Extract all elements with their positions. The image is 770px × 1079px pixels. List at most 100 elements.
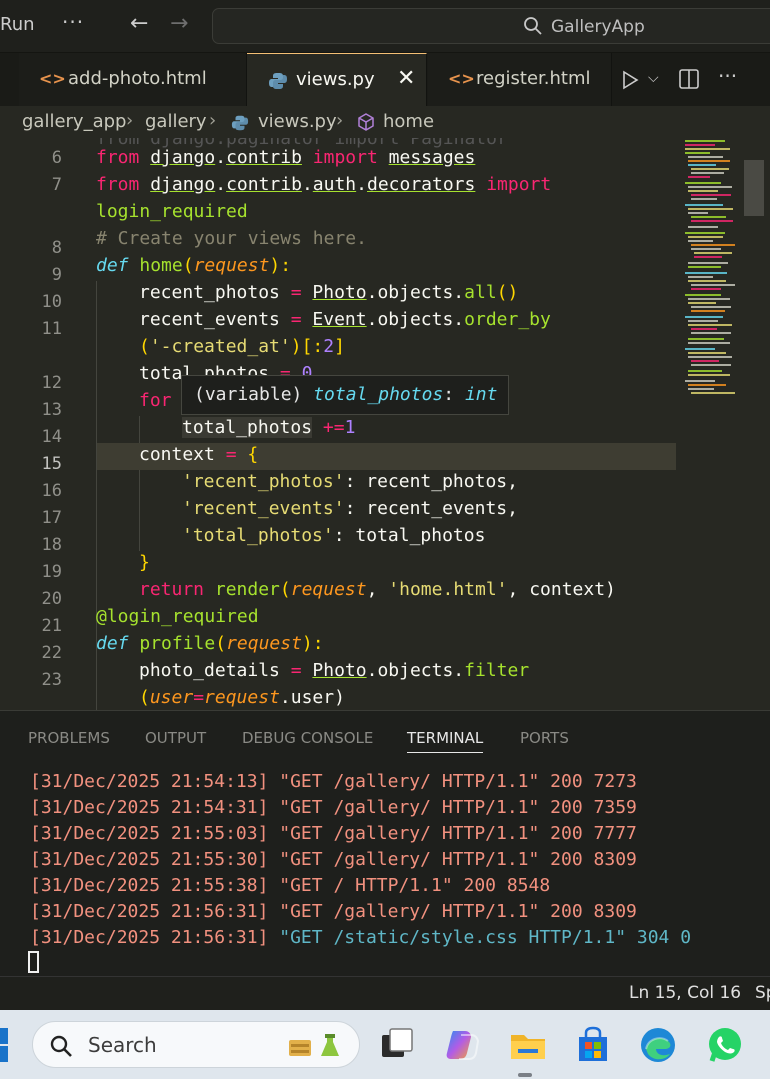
chevron-right-icon: › [336,110,344,131]
tab-problems[interactable]: PROBLEMS [28,729,110,747]
tab-debug-console[interactable]: DEBUG CONSOLE [242,729,373,747]
code-line: 'recent_events': recent_events, [182,498,518,519]
code-line: for [139,390,172,411]
search-text: GalleryApp [551,17,645,37]
task-view-icon[interactable] [378,1025,418,1065]
code-line-current: context = { [139,444,259,465]
edge-icon[interactable] [638,1025,678,1065]
indent-guide [139,470,140,551]
breadcrumb-item[interactable]: home [383,111,434,132]
code-line: (user=request.user) [139,687,345,708]
hover-tooltip: (variable) total_photos: int [181,375,509,415]
line-number: 23 [41,670,62,690]
line-number: 6 [51,148,62,168]
line-number: 16 [41,481,62,501]
terminal-line: [31/Dec/2025 21:55:30] "GET /gallery/ HT… [30,849,637,870]
code-line: ('-created_at')[:2] [139,336,345,357]
code-line: 'total_photos': total_photos [182,525,486,546]
active-app-indicator [518,1073,532,1077]
cursor-position[interactable]: Ln 15, Col 16 [629,983,741,1003]
tab-label: register.html [476,68,591,89]
line-number: 13 [41,400,62,420]
tab-register[interactable]: <> register.html [428,53,612,106]
bottom-panel: PROBLEMS OUTPUT DEBUG CONSOLE TERMINAL P… [0,710,770,976]
code-line: recent_photos = Photo.objects.all() [139,282,519,303]
line-number: 7 [51,175,62,195]
code-line: recent_events = Event.objects.order_by [139,309,551,330]
line-number: 14 [41,427,62,447]
search-icon [524,17,542,35]
terminal-line: [31/Dec/2025 21:54:13] "GET /gallery/ HT… [30,771,637,792]
search-icon [50,1035,72,1057]
close-icon[interactable]: ✕ [397,66,415,91]
whatsapp-icon[interactable] [705,1025,745,1065]
indent-guide [139,416,140,443]
code-line: 'recent_photos': recent_photos, [182,471,518,492]
code-line: @login_required [96,606,259,627]
line-number: 20 [41,589,62,609]
file-explorer-icon[interactable] [508,1025,548,1065]
code-line: login_required [96,201,248,222]
line-number: 10 [41,292,62,312]
terminal-line: [31/Dec/2025 21:56:31] "GET /gallery/ HT… [30,901,637,922]
line-number: 17 [41,508,62,528]
code-line: # Create your views here. [96,228,367,249]
more-actions-icon[interactable]: ··· [718,64,737,88]
breadcrumb-item[interactable]: views.py [258,111,337,132]
line-number: 12 [41,373,62,393]
breadcrumb-item[interactable]: gallery [145,111,207,132]
more-icon[interactable]: ··· [62,10,84,34]
terminal-cursor[interactable] [28,951,39,973]
windows-taskbar: Search [0,1010,770,1079]
line-number: 8 [51,238,62,258]
chevron-right-icon: › [126,110,134,131]
tab-label: add-photo.html [68,68,207,89]
line-number-current: 15 [41,454,62,474]
tab-ports[interactable]: PORTS [520,729,569,747]
code-line: total_photos +=1 [182,417,356,438]
tab-label: views.py [296,69,375,90]
windows-start-icon[interactable] [0,1028,10,1062]
python-icon [269,73,287,89]
chevron-right-icon: › [209,110,217,131]
code-editor[interactable]: from django.paginator import Paginator 6… [0,138,770,710]
microsoft-store-icon[interactable] [573,1025,613,1065]
split-editor-icon[interactable] [678,68,700,90]
symbol-method-icon [358,113,374,131]
arrow-left-icon[interactable]: ← [130,11,148,36]
run-menu[interactable]: Run [0,14,35,35]
code-line: } [139,552,150,573]
run-icon[interactable] [620,70,640,90]
line-number: 22 [41,643,62,663]
tab-views-py[interactable]: views.py ✕ [247,53,427,106]
search-highlight-icon [289,1034,339,1056]
tab-add-photo[interactable]: <> add-photo.html [19,53,247,106]
tab-terminal[interactable]: TERMINAL [407,729,484,753]
code-line: def profile(request): [96,633,324,654]
code-line: photo_details = Photo.objects.filter [139,660,530,681]
html-icon: <> [448,69,475,88]
copilot-icon[interactable] [443,1025,483,1065]
tab-output[interactable]: OUTPUT [145,729,206,747]
arrow-right-icon[interactable]: → [170,11,188,36]
breadcrumb: gallery_app › gallery › views.py › home [0,106,770,138]
python-icon [231,115,249,131]
indentation-status[interactable]: Sp [755,983,770,1003]
code-line: def home(request): [96,255,292,276]
line-number: 11 [41,319,62,339]
scrollbar-thumb[interactable] [744,160,764,216]
breadcrumb-item[interactable]: gallery_app [22,111,126,132]
terminal-line: [31/Dec/2025 21:55:38] "GET / HTTP/1.1" … [30,875,551,896]
status-bar: Ln 15, Col 16 Sp [0,976,770,1010]
chevron-down-icon[interactable]: ⌵ [648,70,659,86]
title-bar: Run ··· ← → GalleryApp [0,0,770,53]
terminal-line: [31/Dec/2025 21:56:31] "GET /static/styl… [30,927,692,948]
taskbar-search[interactable]: Search [32,1021,360,1068]
line-number: 18 [41,535,62,555]
command-center-search[interactable]: GalleryApp [212,8,770,44]
code-line: return render(request, 'home.html', cont… [139,579,616,600]
line-number: 9 [51,265,62,285]
line-number: 21 [41,616,62,636]
terminal-line: [31/Dec/2025 21:54:31] "GET /gallery/ HT… [30,797,637,818]
code-line: from django.contrib import messages [96,147,476,168]
